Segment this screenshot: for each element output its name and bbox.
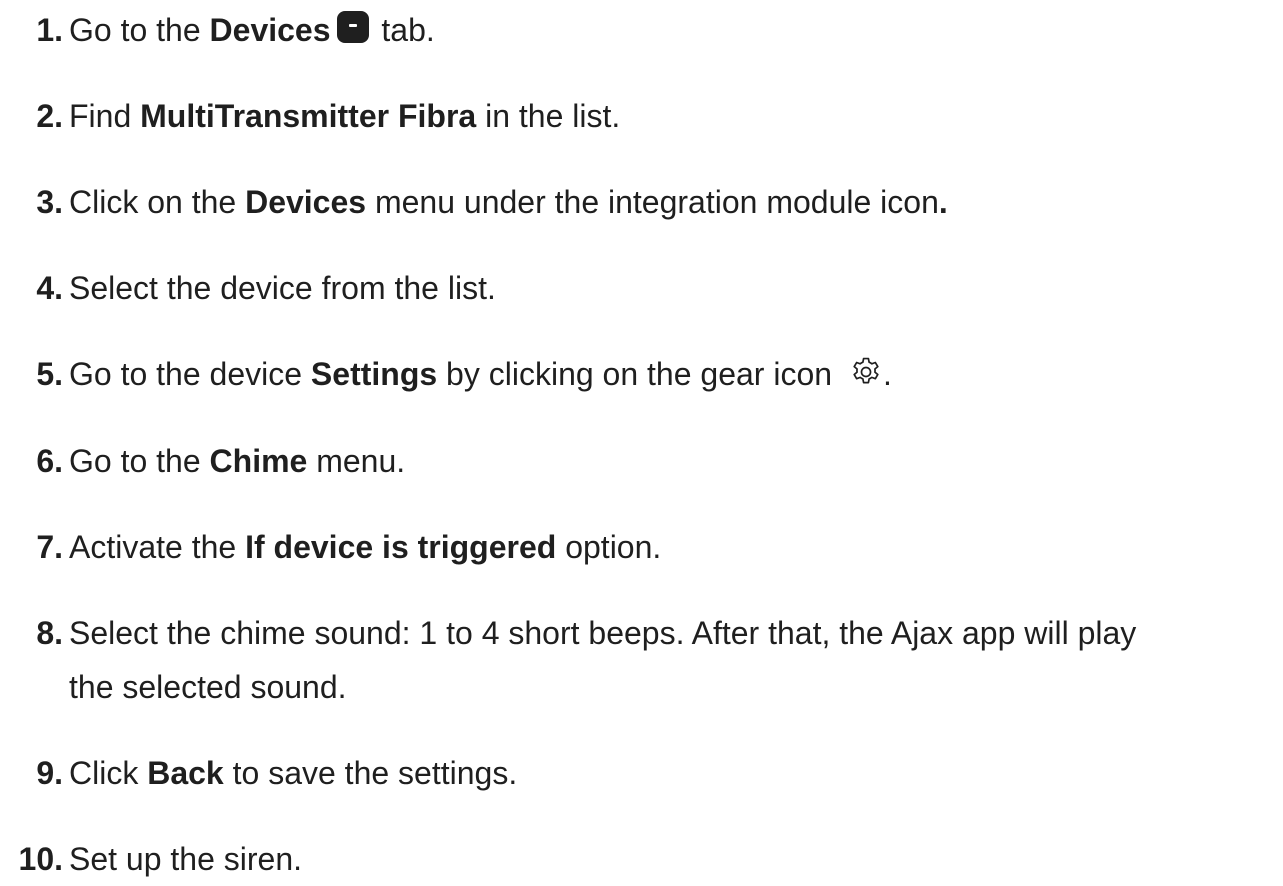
step-text: Click on the Devices menu under the inte…	[69, 184, 948, 220]
step-text: Go to the Devices tab.	[69, 10, 435, 48]
step-number: 4.	[36, 270, 63, 306]
step-number: 1.	[36, 12, 63, 48]
step-text: Click Back to save the settings.	[69, 755, 518, 791]
step-text: Activate the If device is triggered opti…	[69, 529, 662, 565]
step-text: Find MultiTransmitter Fibra in the list.	[69, 98, 621, 134]
step-number: 7.	[36, 529, 63, 565]
step-number: 3.	[36, 184, 63, 220]
step-number: 10.	[18, 841, 63, 877]
step-text: Select the device from the list.	[69, 270, 496, 306]
device-name: MultiTransmitter Fibra	[140, 98, 477, 134]
chime-label: Chime	[209, 443, 308, 479]
devices-tab-icon	[336, 10, 369, 43]
step-number: 2.	[36, 98, 63, 134]
devices-label: Devices	[209, 12, 331, 48]
back-label: Back	[147, 755, 224, 791]
devices-menu-label: Devices	[245, 184, 367, 220]
triggered-option-label: If device is triggered	[245, 529, 557, 565]
gear-icon	[853, 357, 879, 384]
step-text: Go to the device Settings by clicking on…	[69, 356, 892, 392]
step-number: 8.	[36, 615, 63, 651]
step-text: Go to the Chime menu.	[69, 443, 406, 479]
step-number: 6.	[36, 443, 63, 479]
step-number: 5.	[36, 356, 63, 392]
step-text: Select the chime sound: 1 to 4 short bee…	[69, 615, 1137, 705]
settings-label: Settings	[310, 356, 438, 392]
step-text: Set up the siren.	[69, 841, 303, 877]
step-number: 9.	[36, 755, 63, 791]
